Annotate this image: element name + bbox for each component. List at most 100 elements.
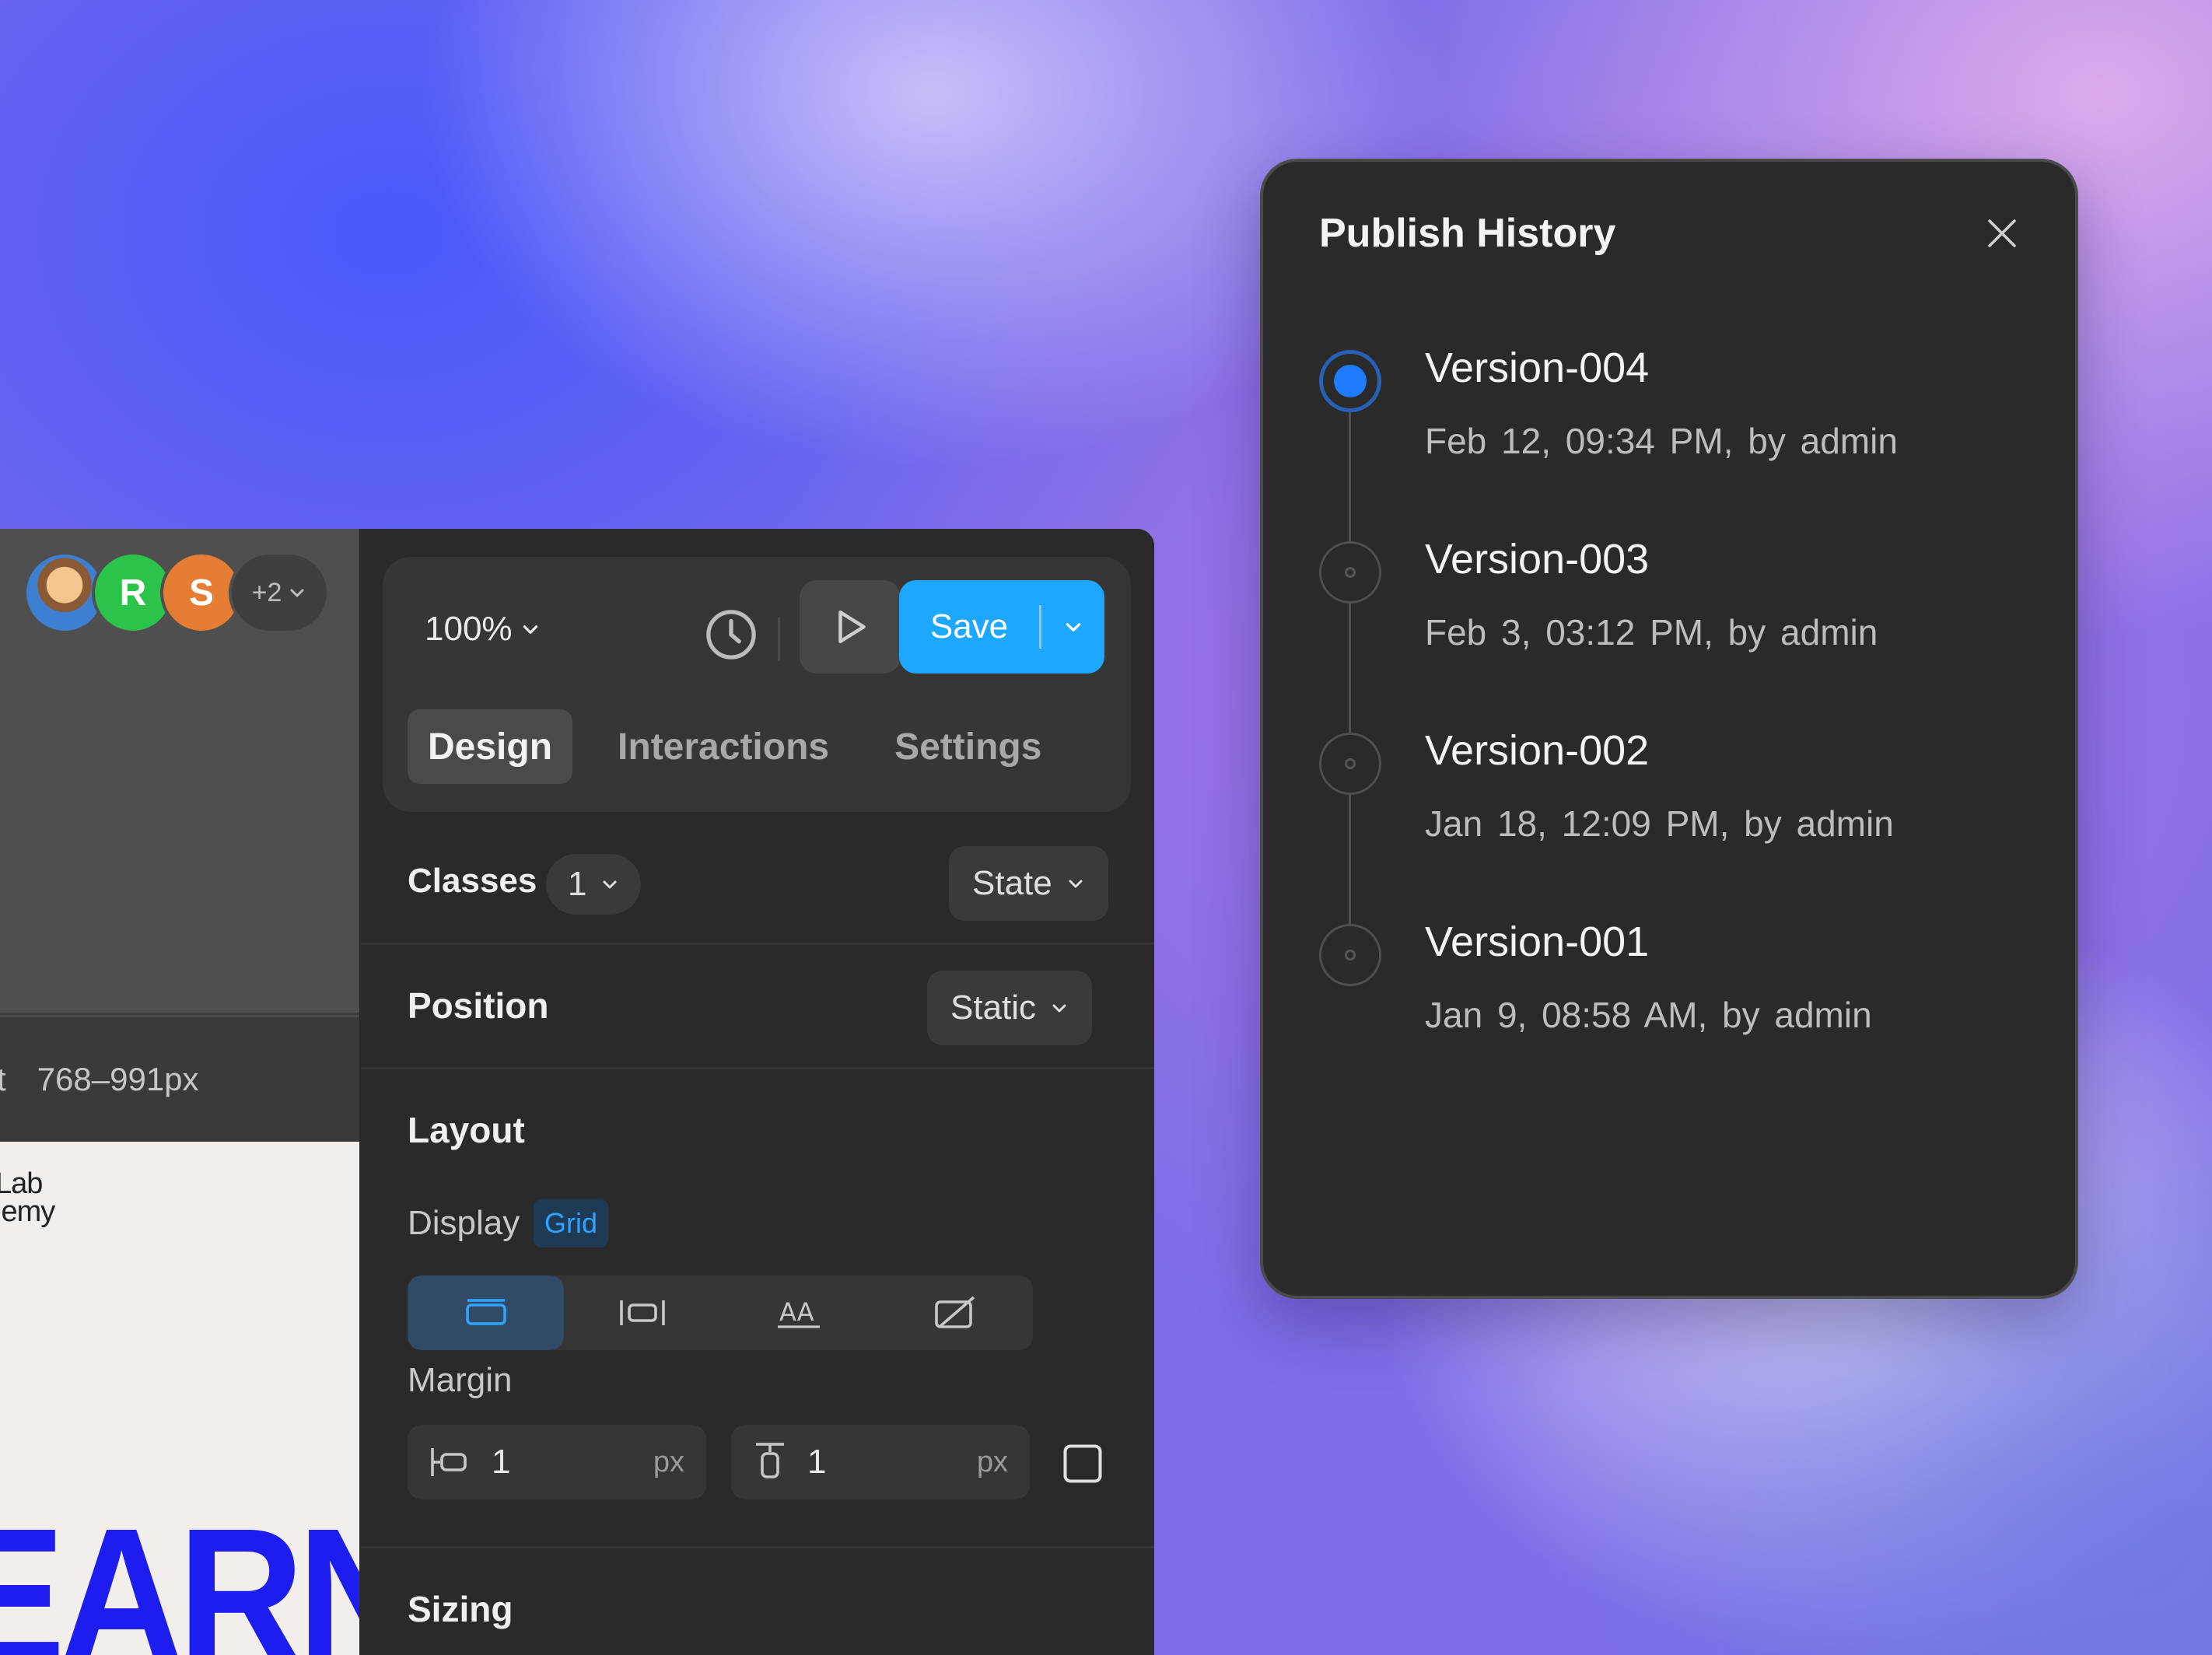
- collaborator-avatars: R S +2: [23, 551, 330, 635]
- classes-count: 1: [568, 865, 587, 903]
- display-none-option[interactable]: [877, 1275, 1033, 1350]
- preview-headline: EARN: [0, 1488, 359, 1655]
- version-marker: [1319, 541, 1381, 604]
- tab-settings[interactable]: Settings: [874, 709, 1062, 784]
- margin-horizontal-input[interactable]: 1 px: [408, 1425, 706, 1499]
- canvas-preview[interactable]: Lab lemy EARN: [0, 1142, 359, 1655]
- position-label: Position: [408, 985, 549, 1026]
- display-mode-switch: AA: [408, 1275, 1033, 1350]
- preview-brand-text: Lab lemy: [0, 1167, 55, 1228]
- version-marker: [1319, 924, 1381, 986]
- all-sides-icon: [1063, 1444, 1102, 1483]
- state-label: State: [972, 864, 1052, 902]
- more-collaborators-count: +2: [251, 577, 282, 607]
- version-time: 09:34 PM,: [1565, 421, 1734, 461]
- margin-label: Margin: [408, 1361, 513, 1399]
- version-time: 03:12 PM,: [1545, 612, 1713, 653]
- editor-window: R S +2 t 768–991px Lab lemy EARN 100%: [0, 529, 1154, 1655]
- version-meta: Feb 12, 09:34 PM, by admin: [1425, 420, 1898, 462]
- chevron-down-icon: [523, 625, 537, 634]
- breakpoint-bar: t 768–991px: [0, 1017, 359, 1142]
- dialog-title: Publish History: [1319, 211, 1616, 256]
- position-value: Static: [950, 988, 1037, 1027]
- version-date: Jan 18,: [1425, 803, 1547, 844]
- version-author: by admin: [1722, 995, 1872, 1035]
- tab-interactions[interactable]: Interactions: [597, 709, 849, 784]
- version-meta: Feb 3, 03:12 PM, by admin: [1425, 611, 1878, 653]
- classes-label: Classes: [408, 862, 537, 900]
- close-icon: [1988, 219, 2016, 247]
- current-version-marker: [1319, 350, 1381, 412]
- display-inline-option[interactable]: AA: [720, 1275, 877, 1350]
- version-name: Version-004: [1425, 345, 1650, 391]
- chevron-down-icon: [1069, 880, 1083, 888]
- collaborators-area: R S +2: [0, 529, 359, 1015]
- layout-label: Layout: [408, 1110, 525, 1150]
- design-panel: 100% Save Design Interactions Settings C…: [361, 529, 1154, 1655]
- version-author: by admin: [1727, 612, 1878, 653]
- save-button[interactable]: Save: [899, 580, 1104, 674]
- chevron-down-icon: [1066, 623, 1080, 632]
- chevron-down-icon: [603, 880, 617, 889]
- chevron-down-icon: [290, 589, 304, 597]
- section-divider: [361, 943, 1154, 945]
- more-collaborators-button[interactable]: +2: [229, 551, 330, 634]
- play-icon: [838, 611, 866, 643]
- position-select[interactable]: Static: [927, 971, 1093, 1045]
- block-display-icon: [465, 1299, 506, 1325]
- canvas-column: R S +2 t 768–991px Lab lemy EARN: [0, 529, 359, 1655]
- section-divider: [361, 1067, 1154, 1069]
- version-date: Feb 12,: [1425, 421, 1551, 461]
- chevron-down-icon: [1052, 1004, 1066, 1013]
- history-button[interactable]: [694, 597, 768, 672]
- panel-toolbar: 100% Save Design Interactions Settings: [383, 557, 1131, 812]
- flex-display-icon: [619, 1300, 665, 1325]
- state-select[interactable]: State: [949, 846, 1108, 921]
- classes-count-select[interactable]: 1: [546, 854, 642, 915]
- avatar-initial: S: [188, 572, 214, 614]
- margin-vertical-unit: px: [976, 1445, 1008, 1478]
- tab-design[interactable]: Design: [408, 709, 573, 784]
- version-meta: Jan 9, 08:58 AM, by admin: [1425, 994, 1872, 1036]
- version-marker: [1319, 733, 1381, 795]
- breakpoint-range: 768–991px: [37, 1061, 199, 1097]
- save-options-button[interactable]: [1041, 617, 1104, 637]
- version-time: 12:09 PM,: [1561, 803, 1730, 844]
- margin-all-sides-toggle[interactable]: [1059, 1440, 1106, 1487]
- publish-history-dialog: Publish History Version-004 Feb 12, 09:3…: [1260, 159, 2078, 1299]
- toolbar-divider: [778, 618, 780, 661]
- version-meta: Jan 18, 12:09 PM, by admin: [1425, 803, 1894, 845]
- margin-horizontal-unit: px: [653, 1445, 684, 1478]
- version-author: by admin: [1748, 421, 1898, 461]
- margin-horizontal-icon: [431, 1448, 467, 1476]
- margin-vertical-icon: [756, 1443, 784, 1478]
- version-date: Feb 3,: [1425, 612, 1531, 653]
- zoom-select[interactable]: 100%: [425, 610, 541, 649]
- version-date: Jan 9,: [1425, 995, 1528, 1035]
- margin-horizontal-value: 1: [492, 1443, 511, 1481]
- preview-button[interactable]: [800, 580, 901, 674]
- close-button[interactable]: [1979, 210, 2025, 257]
- version-author: by admin: [1744, 803, 1894, 844]
- display-flex-option[interactable]: [564, 1275, 720, 1350]
- save-label: Save: [929, 607, 1009, 646]
- version-time: 08:58 AM,: [1542, 995, 1708, 1035]
- display-label: Display: [408, 1204, 520, 1242]
- breakpoint-label: t: [0, 1061, 6, 1097]
- display-block-option[interactable]: [408, 1275, 564, 1350]
- inline-display-icon: AA: [777, 1297, 820, 1328]
- section-divider: [361, 1546, 1154, 1548]
- sizing-label: Sizing: [408, 1589, 513, 1629]
- svg-text:AA: AA: [779, 1297, 814, 1327]
- display-value-badge: Grid: [534, 1199, 609, 1247]
- version-name: Version-001: [1425, 918, 1650, 965]
- preview-brand-line: Lab: [0, 1167, 43, 1200]
- version-name: Version-002: [1425, 727, 1650, 774]
- avatar-initial: R: [119, 572, 147, 614]
- timeline-line: [1349, 387, 1351, 963]
- margin-vertical-input[interactable]: 1 px: [731, 1425, 1030, 1499]
- preview-brand-line: lemy: [0, 1195, 55, 1228]
- clock-icon: [706, 610, 756, 660]
- margin-vertical-value: 1: [807, 1443, 827, 1481]
- zoom-value: 100%: [425, 610, 513, 648]
